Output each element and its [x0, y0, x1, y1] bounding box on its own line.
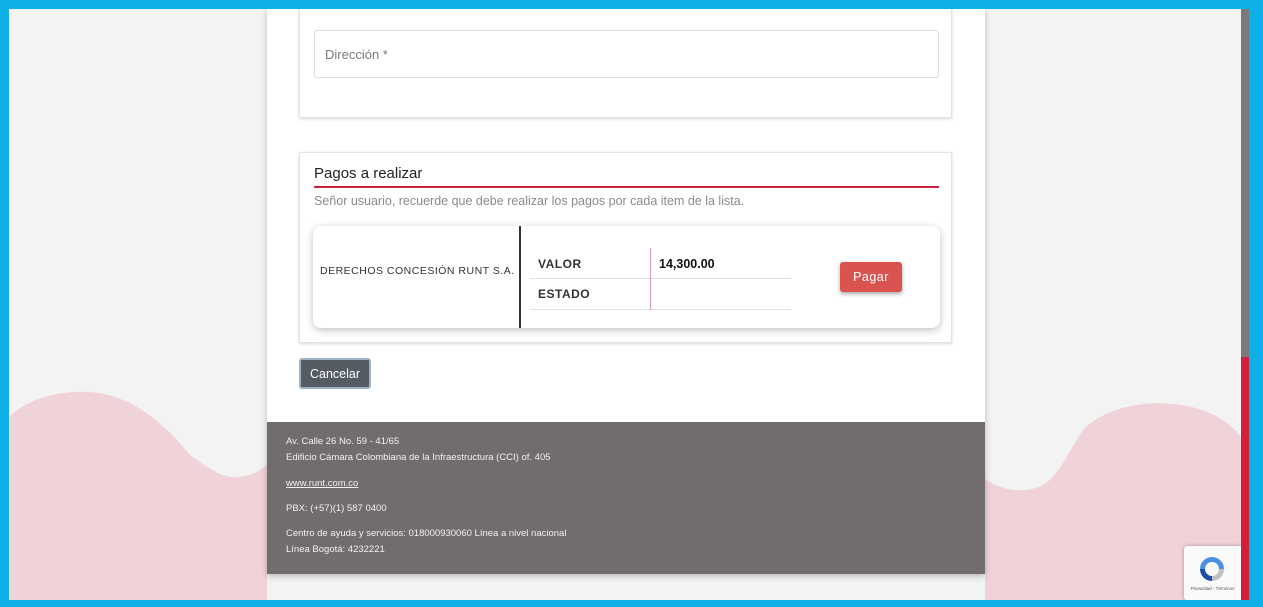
footer-bogota-line: Línea Bogotá: 4232221 — [286, 544, 385, 555]
footer-pbx: PBX: (+57)(1) 587 0400 — [286, 503, 387, 514]
address-field[interactable]: Dirección * — [314, 30, 939, 78]
payment-item-name: DERECHOS CONCESIÓN RUNT S.A. — [320, 265, 515, 277]
value-amount: 14,300.00 — [659, 257, 715, 271]
browser-viewport: Dirección * Pagos a realizar Señor usuar… — [9, 9, 1241, 600]
address-placeholder: Dirección * — [325, 47, 388, 62]
footer-help-line: Centro de ayuda y servicios: 01800093006… — [286, 528, 567, 539]
status-label: ESTADO — [538, 287, 591, 301]
payments-card: Pagos a realizar Señor usuario, recuerde… — [299, 152, 952, 343]
column-divider — [650, 248, 651, 310]
footer: Av. Calle 26 No. 59 - 41/65 Edificio Cám… — [267, 422, 985, 574]
item-divider — [519, 226, 521, 328]
address-card: Dirección * — [299, 9, 952, 118]
row-divider — [530, 309, 791, 310]
scrollbar-thumb[interactable] — [1241, 357, 1249, 600]
page-container: Dirección * Pagos a realizar Señor usuar… — [267, 9, 985, 574]
value-label: VALOR — [538, 257, 582, 271]
footer-address-line2: Edificio Cámara Colombiana de la Infraes… — [286, 452, 551, 463]
scrollbar-track[interactable] — [1241, 9, 1249, 600]
recaptcha-terms[interactable]: Privacidad - Términos — [1184, 586, 1241, 591]
footer-address-line1: Av. Calle 26 No. 59 - 41/65 — [286, 436, 400, 447]
row-divider — [530, 278, 791, 279]
title-underline — [314, 186, 939, 188]
cancel-button[interactable]: Cancelar — [299, 358, 371, 389]
payments-title: Pagos a realizar — [314, 165, 423, 182]
footer-website-link[interactable]: www.runt.com.co — [286, 478, 358, 489]
payments-note: Señor usuario, recuerde que debe realiza… — [314, 194, 745, 208]
form-content: Dirección * Pagos a realizar Señor usuar… — [267, 9, 985, 422]
cloud-left — [9, 391, 267, 600]
recaptcha-icon — [1200, 557, 1224, 581]
payment-item: DERECHOS CONCESIÓN RUNT S.A. VALOR 14,30… — [313, 226, 940, 328]
recaptcha-badge[interactable]: Privacidad - Términos — [1184, 546, 1241, 600]
pay-button[interactable]: Pagar — [840, 262, 902, 292]
footer-website-wrapper: www.runt.com.co — [286, 478, 358, 489]
